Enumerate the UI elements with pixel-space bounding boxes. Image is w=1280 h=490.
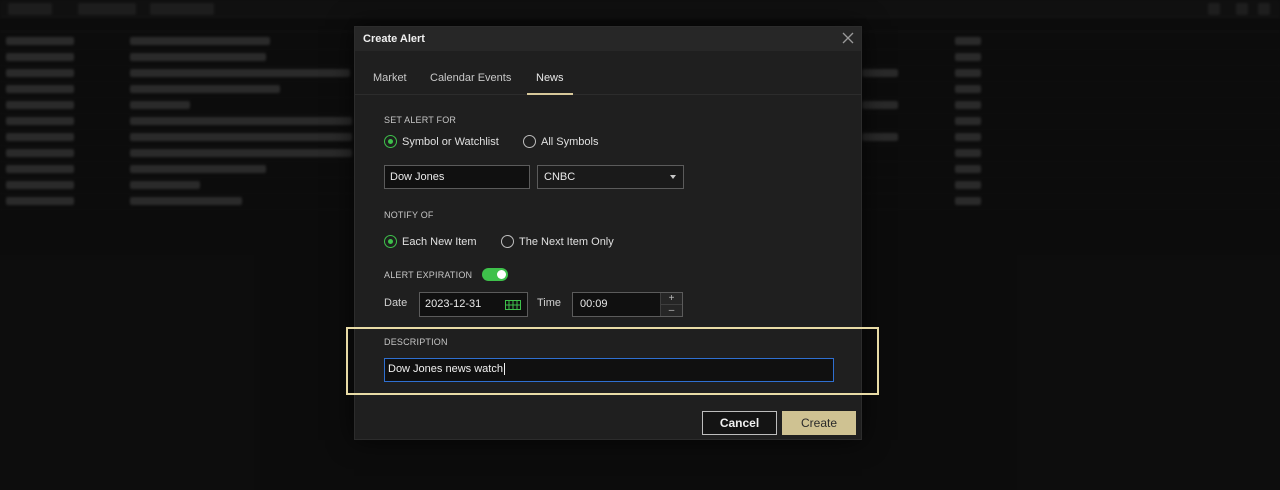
date-label: Date [384, 297, 408, 309]
plus-icon[interactable]: + [661, 293, 682, 305]
dialog-header: Create Alert [355, 27, 861, 51]
calendar-icon[interactable] [505, 300, 521, 310]
create-button[interactable]: Create [782, 411, 856, 435]
close-icon [842, 32, 854, 44]
minus-icon[interactable]: – [661, 305, 682, 317]
date-input[interactable]: 2023-12-31 [419, 292, 528, 317]
news-source-select[interactable]: CNBC [537, 165, 684, 189]
tab-news[interactable]: News [527, 72, 573, 95]
tab-bar: Market Calendar Events News [355, 67, 861, 95]
date-value: 2023-12-31 [425, 298, 482, 310]
radio-label: Symbol or Watchlist [402, 135, 499, 148]
radio-each-new-item[interactable]: Each New Item [384, 235, 477, 248]
toggle-knob [497, 270, 506, 279]
time-value: 00:09 [580, 298, 608, 310]
radio-all-symbols[interactable]: All Symbols [523, 135, 598, 148]
radio-checked-icon [384, 135, 397, 148]
symbol-input[interactable] [384, 165, 530, 189]
radio-symbol-or-watchlist[interactable]: Symbol or Watchlist [384, 135, 499, 148]
radio-label: All Symbols [541, 135, 599, 148]
set-alert-for-label: SET ALERT FOR [384, 115, 457, 125]
chevron-down-icon [670, 175, 676, 179]
time-label: Time [537, 297, 562, 309]
time-input[interactable]: 00:09 + – [572, 292, 683, 317]
radio-label: Each New Item [402, 235, 477, 248]
radio-next-item-only[interactable]: The Next Item Only [501, 235, 614, 248]
radio-unchecked-icon [501, 235, 514, 248]
tab-market[interactable]: Market [373, 72, 407, 95]
tab-calendar-events[interactable]: Calendar Events [430, 72, 511, 95]
news-source-value: CNBC [544, 171, 576, 183]
alert-expiration-label: ALERT EXPIRATION [384, 270, 473, 280]
notify-of-label: NOTIFY OF [384, 210, 434, 220]
time-stepper: + – [660, 293, 682, 316]
radio-checked-icon [384, 235, 397, 248]
radio-unchecked-icon [523, 135, 536, 148]
close-button[interactable] [840, 30, 856, 46]
alert-expiration-toggle[interactable] [482, 268, 508, 281]
cancel-button[interactable]: Cancel [702, 411, 777, 435]
description-highlight-box [346, 327, 879, 395]
radio-label: The Next Item Only [519, 235, 614, 248]
dialog-title: Create Alert [363, 33, 425, 45]
